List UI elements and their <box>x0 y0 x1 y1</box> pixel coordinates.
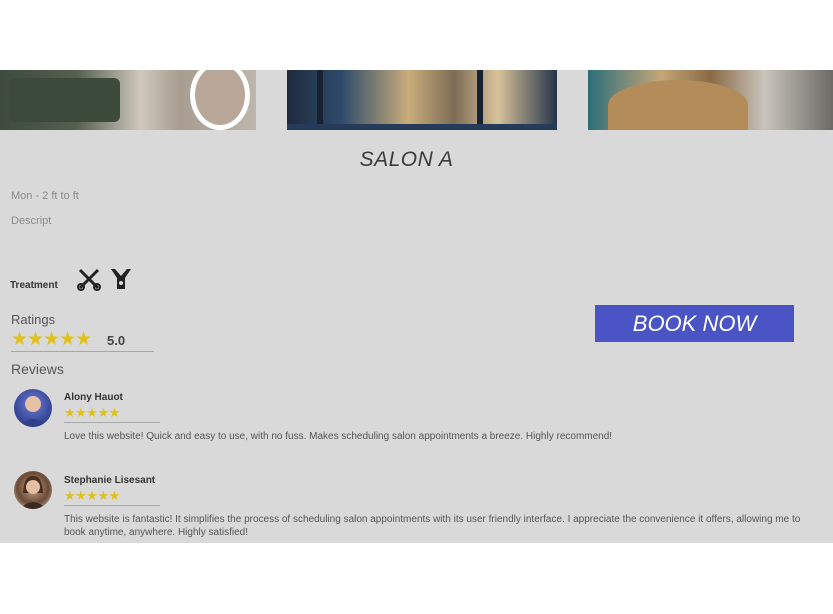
divider <box>11 351 154 352</box>
window-frame <box>477 70 483 130</box>
scissors-comb-icon[interactable] <box>76 266 102 292</box>
rating-score: 5.0 <box>107 333 126 348</box>
salon-storefront-photo <box>287 70 557 130</box>
review-author: Stephanie Lisesant <box>64 475 156 486</box>
counter-shape <box>608 80 748 130</box>
user-avatar-icon <box>19 396 47 427</box>
salon-title: SALON A <box>359 148 454 171</box>
chair-shape <box>10 78 120 122</box>
review-stars: ★★★★★ <box>64 405 120 420</box>
rating-stars: ★★★★★ <box>11 329 92 350</box>
avatar <box>14 471 52 509</box>
review-text: Love this website! Quick and easy to use… <box>64 431 613 442</box>
review-text: This website is fantastic! It simplifies… <box>64 514 801 538</box>
divider <box>64 422 160 423</box>
salon-chairs-photo <box>0 70 256 130</box>
salon-description: Descript <box>11 215 52 227</box>
ratings-label: Ratings <box>11 312 56 327</box>
salon-hours: Mon - 2 ft to ft <box>11 190 79 202</box>
divider <box>64 505 160 506</box>
user-avatar-icon <box>20 475 46 509</box>
treatment-label: Treatment <box>10 280 58 291</box>
mirror-shape <box>190 70 250 130</box>
review-stars: ★★★★★ <box>64 488 120 503</box>
hair-clipper-icon[interactable] <box>108 266 134 292</box>
reviews-label: Reviews <box>11 361 64 377</box>
window-frame <box>287 124 557 130</box>
salon-interior-photo <box>588 70 833 130</box>
review-author: Alony Hauot <box>64 392 123 403</box>
avatar <box>14 389 52 427</box>
book-now-button[interactable]: BOOK NOW <box>595 305 794 342</box>
window-frame <box>317 70 323 130</box>
salon-detail-panel: SALON A Mon - 2 ft to ft Descript Treatm… <box>0 70 833 543</box>
